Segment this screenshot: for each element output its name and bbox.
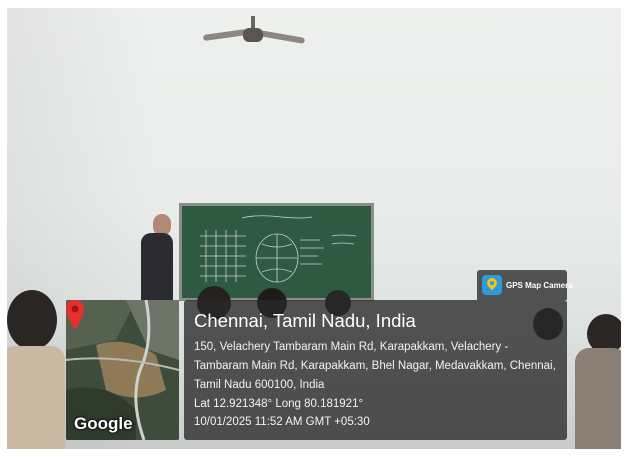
student [7, 290, 57, 350]
capture-datetime: 10/01/2025 11:52 AM GMT +05:30 [194, 416, 370, 428]
blackboard-drawing [200, 215, 357, 283]
ceiling-fan-blade [258, 30, 306, 44]
gps-map-camera-badge: GPS Map Camera [477, 270, 573, 300]
gps-map-camera-icon [482, 275, 502, 295]
badge-label: GPS Map Camera [506, 280, 573, 290]
location-info-panel: Chennai, Tamil Nadu, India 150, Velacher… [184, 300, 567, 440]
ceiling-fan [243, 28, 263, 42]
teacher [141, 233, 173, 308]
location-city: Chennai, Tamil Nadu, India [194, 310, 416, 331]
location-map-thumbnail: Google [66, 300, 179, 440]
ceiling-fan-blade [202, 28, 248, 42]
student [7, 346, 65, 449]
student [575, 348, 621, 449]
google-logo: Google [74, 414, 133, 433]
location-coordinates: Lat 12.921348° Long 80.181921° [194, 398, 364, 410]
location-pin-icon [66, 300, 84, 330]
location-address: 150, Velachery Tambaram Main Rd, Karapak… [194, 341, 556, 391]
